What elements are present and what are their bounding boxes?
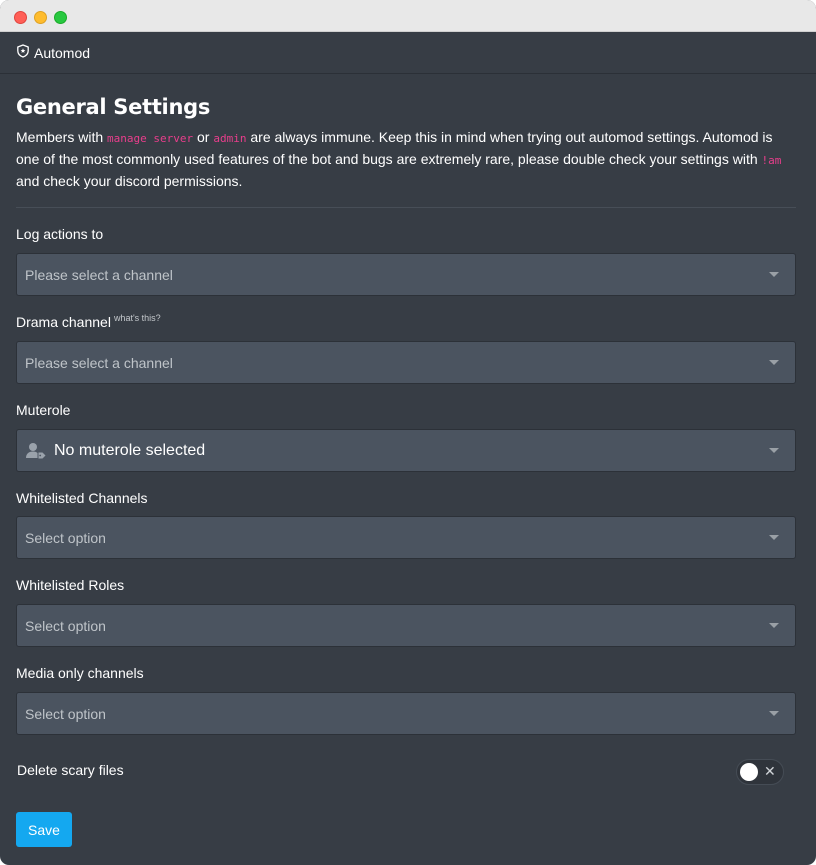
whitelisted-roles-label: Whitelisted Roles <box>16 577 125 593</box>
whitelisted-roles-placeholder: Select option <box>25 617 106 634</box>
delete-scary-files-toggle[interactable]: ✕ <box>736 759 784 785</box>
save-button[interactable]: Save <box>16 812 72 847</box>
whitelisted-roles-select[interactable]: Select option <box>16 604 796 647</box>
whitelisted-channels-placeholder: Select option <box>25 529 106 546</box>
drama-channel-value: Please select a channel <box>25 354 173 371</box>
muterole-value: No muterole selected <box>54 441 206 459</box>
app-title: Automod <box>34 44 91 61</box>
caret-down-icon <box>769 623 779 628</box>
drama-channel-label-text: Drama channel <box>16 314 111 330</box>
whitelisted-channels-select[interactable]: Select option <box>16 516 796 559</box>
muterole-label: Muterole <box>16 402 71 418</box>
window-maximize-button[interactable] <box>54 11 67 24</box>
user-tag-icon <box>26 443 46 459</box>
whitelisted-channels-label: Whitelisted Channels <box>16 490 148 506</box>
settings-description: Members with manage server or admin are … <box>16 127 796 192</box>
window-close-button[interactable] <box>14 11 27 24</box>
app-header: Automod <box>0 32 816 74</box>
page-title: General Settings <box>16 95 211 119</box>
delete-scary-files-label: Delete scary files <box>17 762 124 778</box>
muterole-select[interactable]: No muterole selected <box>16 429 796 472</box>
code-manage-server: manage server <box>107 132 194 145</box>
log-actions-label: Log actions to <box>16 226 104 242</box>
code-admin: admin <box>213 132 247 145</box>
log-actions-value: Please select a channel <box>25 266 173 283</box>
shield-icon <box>17 44 29 58</box>
caret-down-icon <box>769 360 779 365</box>
close-icon: ✕ <box>764 764 776 780</box>
caret-down-icon <box>769 535 779 540</box>
code-am-command: !am <box>761 154 782 167</box>
whats-this-link[interactable]: what's this? <box>114 313 161 323</box>
drama-channel-label: Drama channel what's this? <box>16 312 161 332</box>
caret-down-icon <box>769 711 779 716</box>
toggle-knob <box>740 763 758 781</box>
log-actions-select[interactable]: Please select a channel <box>16 253 796 296</box>
caret-down-icon <box>769 448 779 453</box>
window-titlebar <box>0 0 816 32</box>
caret-down-icon <box>769 272 779 277</box>
media-only-channels-select[interactable]: Select option <box>16 692 796 735</box>
app-window: Automod General Settings Members with ma… <box>0 0 816 865</box>
description-text: or <box>193 129 214 145</box>
media-only-channels-label: Media only channels <box>16 665 144 681</box>
description-text: Members with <box>16 129 108 145</box>
drama-channel-select[interactable]: Please select a channel <box>16 341 796 384</box>
media-only-channels-placeholder: Select option <box>25 705 106 722</box>
description-text: and check your discord permissions. <box>16 173 243 189</box>
section-divider <box>16 207 796 208</box>
settings-panel: General Settings Members with manage ser… <box>16 74 796 847</box>
window-minimize-button[interactable] <box>34 11 47 24</box>
